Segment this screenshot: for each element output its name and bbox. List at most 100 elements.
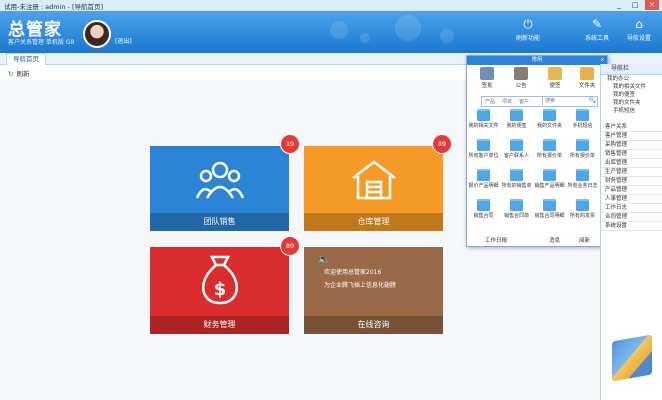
nav-item-label: 手机短信 xyxy=(572,123,593,129)
tree-section[interactable]: 出库管理 xyxy=(601,159,662,168)
tile-team-sales[interactable]: 团队销售 xyxy=(150,146,289,231)
nav-item-label: 销售产品明细 xyxy=(534,183,565,189)
quick-label: 公告 xyxy=(515,83,527,89)
nav-item[interactable]: 我的相关文件 xyxy=(467,109,500,129)
nav-item-label: 我的文件夹 xyxy=(536,123,562,129)
search-option[interactable]: 项目 xyxy=(502,98,512,105)
search-option[interactable]: 客户 xyxy=(519,98,529,105)
footer-daily-report[interactable]: 工作日报 xyxy=(485,236,507,246)
footer-nav[interactable]: 阅新 xyxy=(579,236,590,246)
tree-node[interactable]: 我的文件夹 xyxy=(601,99,662,107)
speaker-icon: 🔈 xyxy=(318,255,330,265)
refresh-function-button[interactable]: ⏻ 刷新功能 xyxy=(508,17,548,42)
nav-item-label: 所有客户单位 xyxy=(468,153,499,159)
news-line: 为企业腾飞插上信息化翅膀 xyxy=(324,282,397,289)
tile-label: 财务管理 xyxy=(150,316,289,334)
nav-item-label: 客户联系人 xyxy=(503,153,529,159)
tile-warehouse[interactable]: 仓库管理 xyxy=(304,146,443,231)
tile-online-consult[interactable]: 🔈 欢迎使用总管家2016 为企业腾飞插上信息化翅膀 在线咨询 xyxy=(304,247,443,334)
quick-nav-panel: 常用 x 签批 公告 便签 文件夹 产品 项目 客户 搜索 🔍 我的相关文件 我… xyxy=(466,55,608,247)
tree-section[interactable]: 销售管理 xyxy=(601,150,662,159)
folder-icon xyxy=(543,109,556,121)
panel-footer: 工作日报 消息 阅新 xyxy=(467,236,607,246)
tree-node[interactable]: 我的相关文件 xyxy=(601,83,662,91)
folder-icon xyxy=(477,139,490,151)
nav-item[interactable]: 所有客户单位 xyxy=(467,139,500,159)
search-icon[interactable]: 🔍 xyxy=(589,97,596,104)
nav-item[interactable]: 销售合同明细 xyxy=(533,199,566,219)
tile-label: 在线咨询 xyxy=(304,316,443,334)
folder-icon xyxy=(477,109,490,121)
books-illustration xyxy=(612,334,652,382)
tree-section[interactable]: 生产管理 xyxy=(601,168,662,177)
tree-section[interactable]: 客户关系 xyxy=(601,123,662,132)
quick-notes[interactable]: 便签 xyxy=(541,67,569,89)
warehouse-icon xyxy=(304,158,443,204)
tree-section[interactable]: 客户管理 xyxy=(601,132,662,141)
toolbar: ↻ 刷新 xyxy=(0,65,470,79)
panel-title: 常用 xyxy=(531,57,543,63)
nav-item[interactable]: 手机短信 xyxy=(566,109,599,129)
nav-item[interactable]: 我的便签 xyxy=(500,109,533,129)
nav-item[interactable]: 所有业务日志 xyxy=(566,169,599,189)
nav-item[interactable]: 销售合同 xyxy=(467,199,500,219)
tree-node[interactable]: 我的便签 xyxy=(601,91,662,99)
nav-item-label: 所有的发票 xyxy=(569,213,595,219)
tree-section[interactable]: 产品管理 xyxy=(601,186,662,195)
nav-item[interactable]: 销售产品明细 xyxy=(533,169,566,189)
quick-approve[interactable]: 签批 xyxy=(473,67,501,89)
tile-finance[interactable]: $ 财务管理 xyxy=(150,247,289,334)
tree-section[interactable]: 财务管理 xyxy=(601,177,662,186)
quick-notice[interactable]: 公告 xyxy=(507,67,535,89)
folder-icon xyxy=(576,199,589,211)
tree-node[interactable]: 我的办公 xyxy=(601,75,662,83)
folder-icon xyxy=(576,109,589,121)
logout-link[interactable]: [退出] xyxy=(115,36,132,45)
search-input[interactable]: 搜索 xyxy=(542,97,593,105)
minimize-button[interactable]: _ xyxy=(612,0,626,10)
nav-item[interactable]: 客户联系人 xyxy=(500,139,533,159)
refresh-button[interactable]: ↻ 刷新 xyxy=(8,68,29,78)
news-line: 欢迎使用总管家2016 xyxy=(324,269,382,276)
folder-icon xyxy=(543,169,556,181)
system-tools-button[interactable]: ✎ 系统工具 xyxy=(577,17,617,42)
folder-icon xyxy=(477,169,490,181)
nav-item-label: 所有的销售单 xyxy=(501,183,532,189)
nav-item[interactable]: 所有报价单 xyxy=(533,139,566,159)
tree-section[interactable]: 合同管理 xyxy=(601,213,662,222)
nav-item[interactable]: 所有的发票 xyxy=(566,199,599,219)
quick-folder[interactable]: 文件夹 xyxy=(573,67,601,89)
footer-messages[interactable]: 消息 xyxy=(549,236,560,246)
quick-label: 便签 xyxy=(549,83,561,89)
nav-item[interactable]: 所有的销售单 xyxy=(500,169,533,189)
nav-item[interactable]: 销售合同单 xyxy=(500,199,533,219)
maximize-button[interactable]: □ xyxy=(628,0,642,10)
avatar[interactable] xyxy=(83,20,111,48)
tree-section[interactable]: 工作日志 xyxy=(601,204,662,213)
close-window-button[interactable]: ✕ xyxy=(645,0,659,10)
tree-node[interactable]: 手机短信 xyxy=(601,107,662,115)
nav-settings-button[interactable]: ⌂ 导航设置 xyxy=(619,17,659,42)
money-bag-icon: $ xyxy=(150,253,289,307)
home-gear-icon: ⌂ xyxy=(635,17,643,31)
folder-icon xyxy=(543,199,556,211)
app-header: 总管家 客户关系管理 单机版 G8 [退出] ⏻ 刷新功能 ✎ 系统工具 ⌂ 导… xyxy=(0,11,662,53)
folder-icon xyxy=(580,67,594,80)
decor-bubble xyxy=(395,15,421,41)
folder-icon xyxy=(576,169,589,181)
panel-header: 常用 x xyxy=(467,56,607,65)
nav-item[interactable]: 报价产品明细 xyxy=(467,169,500,189)
folder-icon xyxy=(576,139,589,151)
folder-icon xyxy=(543,139,556,151)
nav-item[interactable]: 所有报价单 xyxy=(566,139,599,159)
decor-bubble xyxy=(330,21,348,39)
folder-icon xyxy=(510,109,523,121)
search-option[interactable]: 产品 xyxy=(485,98,495,105)
nav-item[interactable]: 我的文件夹 xyxy=(533,109,566,129)
tree-section[interactable]: 人事管理 xyxy=(601,195,662,204)
tree-section[interactable]: 采购管理 xyxy=(601,141,662,150)
nav-item-label: 我的便签 xyxy=(506,123,527,129)
tab-nav-home[interactable]: 导航首页 xyxy=(6,53,46,65)
tree-section[interactable]: 系统设置 xyxy=(601,222,662,231)
nav-item-label: 销售合同单 xyxy=(503,213,529,219)
